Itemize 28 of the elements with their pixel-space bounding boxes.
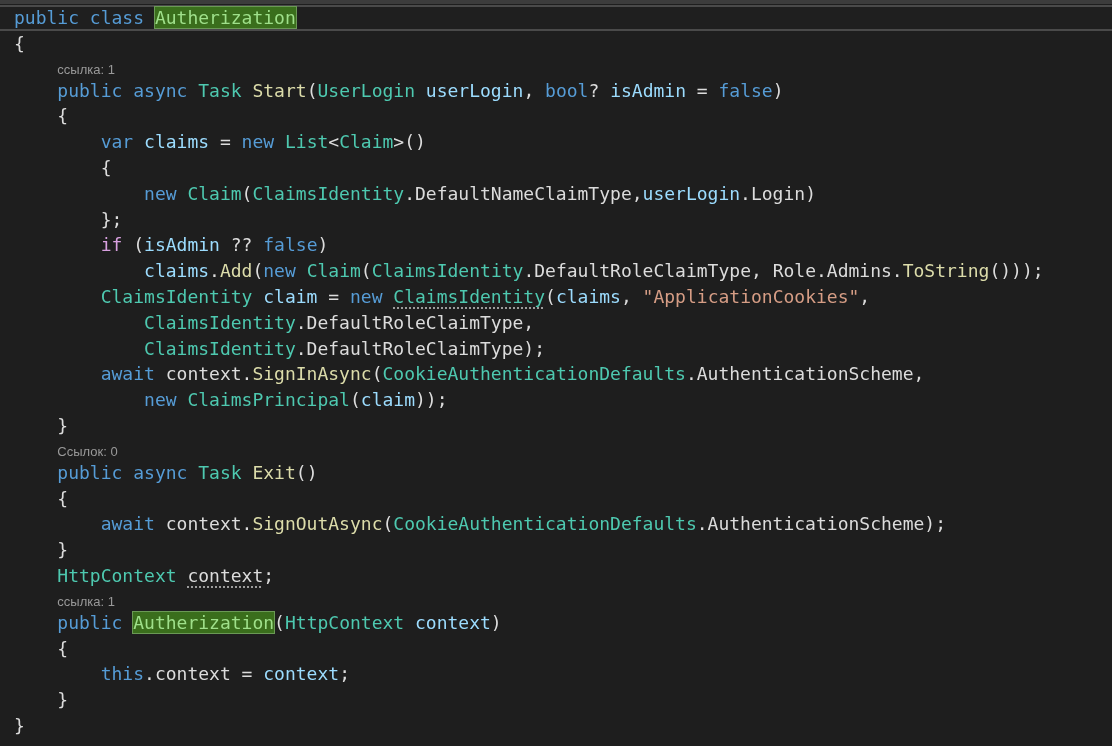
code-line: public async Task Exit() — [56, 460, 319, 485]
code-line: this.context = context; — [99, 662, 351, 687]
code-line: { — [13, 31, 26, 56]
codelens-link[interactable]: ссылка: 1 — [57, 593, 115, 610]
code-line: { — [56, 104, 70, 129]
code-line: ClaimsIdentity.DefaultRoleClaimType, — [143, 310, 536, 335]
code-line: } — [13, 713, 26, 738]
codelens-link[interactable]: ссылка: 1 — [57, 61, 115, 78]
code-line: await context.SignInAsync(CookieAuthenticationDefaults.AuthenticationScheme, — [99, 362, 926, 387]
code-line: { — [99, 156, 113, 180]
codelens-link[interactable]: Ссылок: 0 — [57, 443, 118, 460]
code-line: ClaimsIdentity claim = new ClaimsIdentity(claims, "ApplicationCookies", — [99, 284, 872, 309]
code-line: } — [56, 538, 70, 563]
code-line: public Autherization(HttpContext context) — [56, 610, 503, 635]
code-line: var claims = new List<Claim>() — [99, 130, 427, 155]
code-line: }; — [99, 207, 124, 232]
code-line: HttpContext context; — [56, 563, 276, 588]
code-line: new Claim(ClaimsIdentity.DefaultNameClaimType,userLogin.Login) — [143, 181, 817, 206]
code-line: ClaimsIdentity.DefaultRoleClaimType); — [143, 336, 546, 361]
code-line: if (isAdmin ?? false) — [99, 233, 330, 258]
code-line: } — [56, 688, 70, 713]
code-line: new ClaimsPrincipal(claim)); — [143, 388, 449, 413]
code-line: claims.Add(new Claim(ClaimsIdentity.DefaultRoleClaimType, Role.Admins.ToString())); — [143, 259, 1045, 284]
code-line: } — [56, 413, 70, 438]
code-line: await context.SignOutAsync(CookieAuthenticationDefaults.AuthenticationScheme); — [99, 512, 947, 537]
code-line: { — [56, 636, 70, 661]
code-line: public async Task Start(UserLogin userLogin, bool? isAdmin = false) — [56, 78, 785, 103]
code-line: { — [56, 486, 70, 511]
